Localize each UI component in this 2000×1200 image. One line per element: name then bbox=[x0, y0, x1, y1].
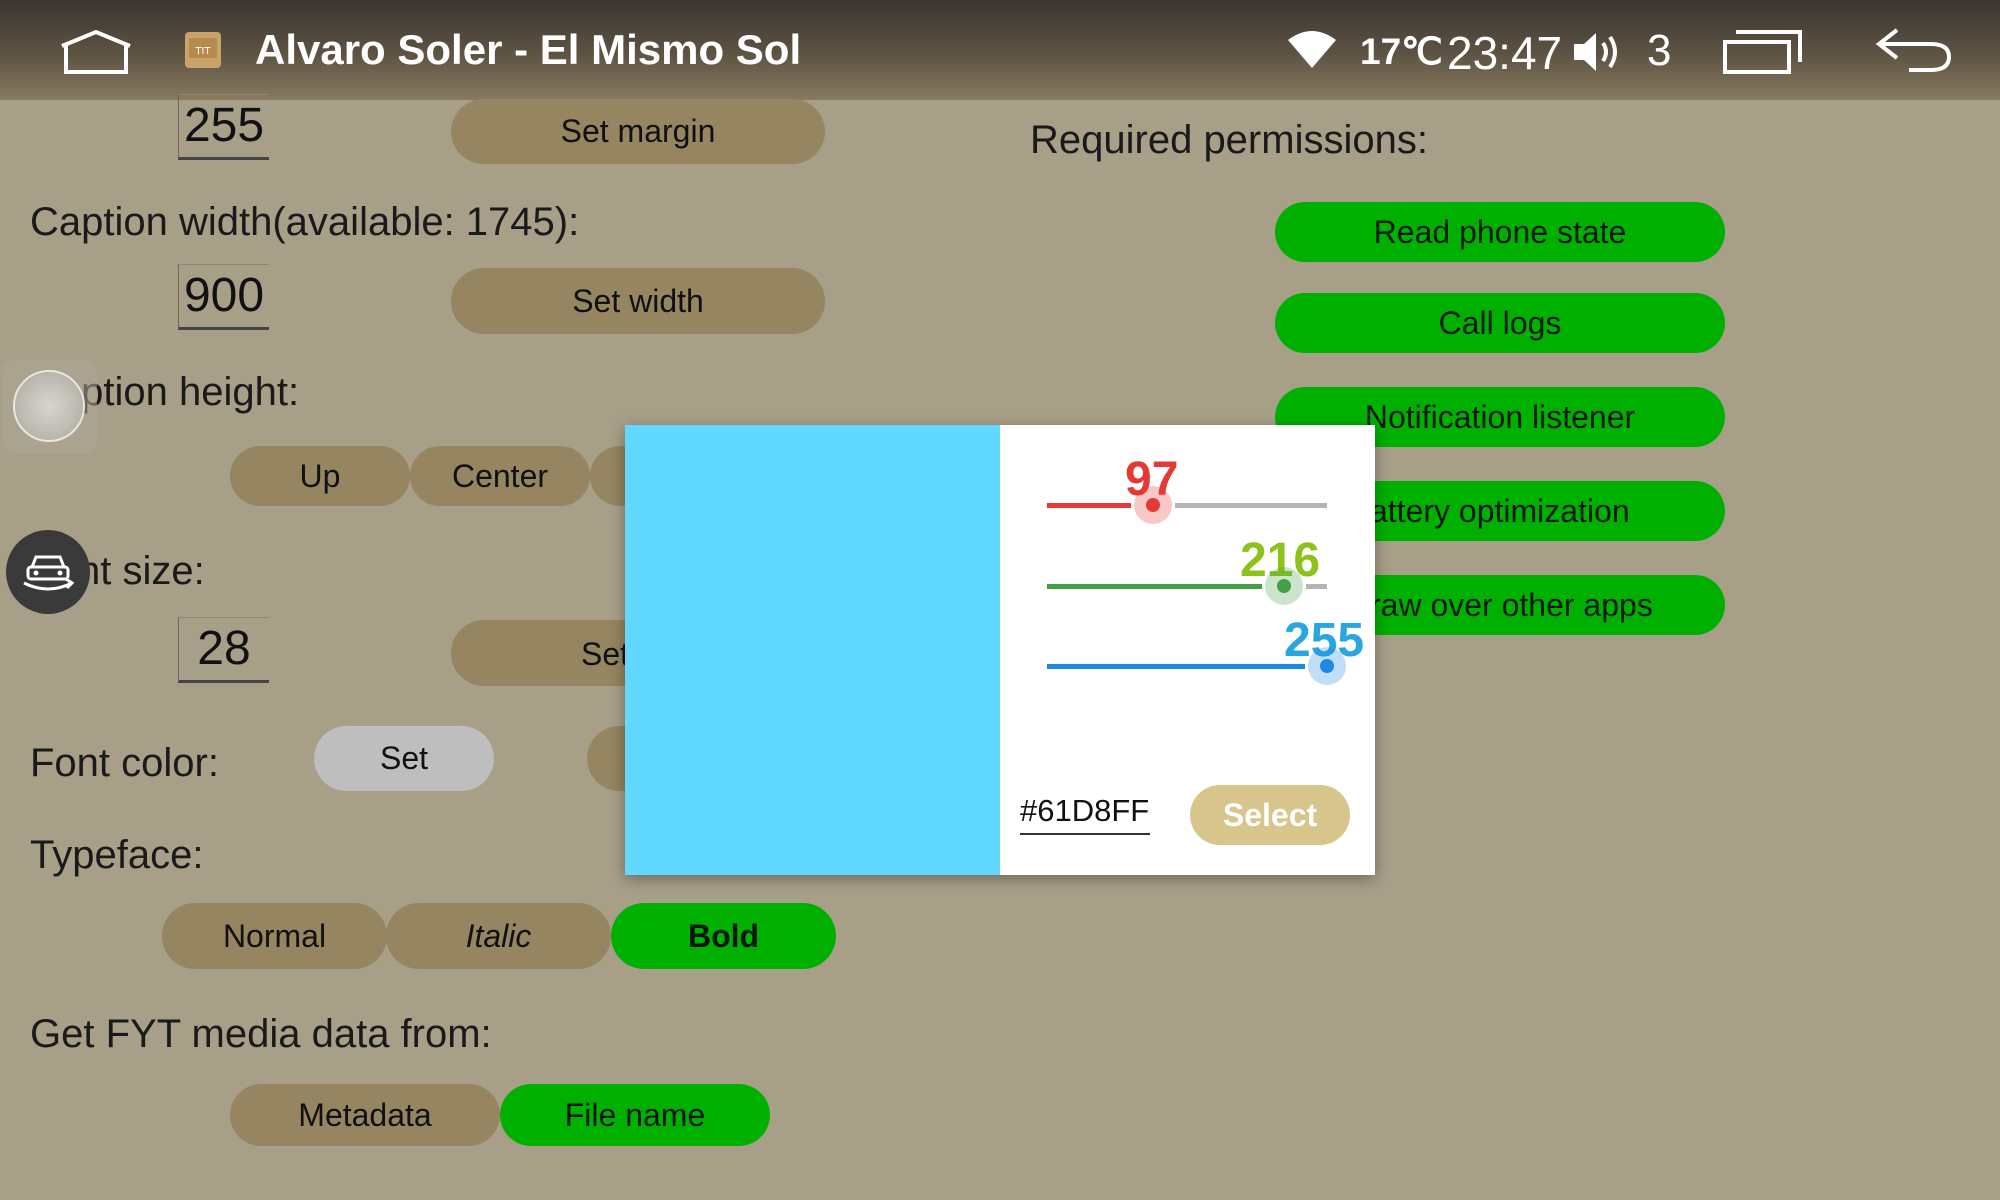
font-size-field[interactable]: 28 bbox=[178, 617, 269, 683]
margin-value-field[interactable]: 255 bbox=[178, 94, 269, 160]
permission-draw-over-apps-label: raw over other apps bbox=[1370, 587, 1653, 623]
blue-slider-thumb[interactable] bbox=[1320, 659, 1334, 673]
permissions-title: Required permissions: bbox=[1030, 118, 1428, 162]
clock: 23:47 bbox=[1447, 27, 1563, 79]
floating-assistive-button[interactable] bbox=[3, 360, 97, 454]
permission-battery-optimization-label: attery optimization bbox=[1370, 493, 1630, 529]
recent-apps-icon[interactable] bbox=[1722, 30, 1802, 74]
caption-height-up-button[interactable]: Up bbox=[230, 446, 410, 506]
set-font-size-label: Set bbox=[581, 636, 630, 672]
volume-level: 3 bbox=[1647, 26, 1672, 75]
color-preview-swatch bbox=[625, 425, 1000, 875]
caption-width-field[interactable]: 900 bbox=[178, 264, 269, 330]
red-slider-fill bbox=[1047, 503, 1132, 508]
set-width-button[interactable]: Set width bbox=[451, 268, 825, 334]
typeface-italic-button[interactable]: Italic bbox=[386, 903, 611, 969]
temperature-readout: 17℃ bbox=[1360, 31, 1443, 72]
select-color-button[interactable]: Select bbox=[1190, 785, 1350, 845]
typeface-label: Typeface: bbox=[30, 833, 204, 877]
typeface-normal-button[interactable]: Normal bbox=[162, 903, 387, 969]
car-mode-button[interactable] bbox=[6, 530, 90, 614]
blue-slider-fill bbox=[1047, 664, 1305, 669]
permission-call-logs-button[interactable]: Call logs bbox=[1275, 293, 1725, 353]
music-app-icon: TIT bbox=[185, 32, 221, 68]
font-color-label: Font color: bbox=[30, 741, 219, 785]
typeface-bold-button[interactable]: Bold bbox=[611, 903, 836, 969]
back-icon[interactable] bbox=[1873, 24, 1953, 76]
caption-width-label: Caption width(available: 1745): bbox=[30, 200, 580, 244]
car-icon bbox=[23, 555, 75, 591]
caption-height-center-button[interactable]: Center bbox=[410, 446, 590, 506]
green-slider-fill bbox=[1047, 584, 1263, 589]
media-source-metadata-button[interactable]: Metadata bbox=[230, 1084, 500, 1146]
app-title: Alvaro Soler - El Mismo Sol bbox=[255, 26, 802, 73]
hex-color-field[interactable]: #61D8FF bbox=[1020, 793, 1150, 835]
home-icon[interactable] bbox=[60, 28, 132, 76]
assistive-touch-icon bbox=[13, 370, 85, 442]
wifi-icon bbox=[1288, 31, 1336, 68]
font-color-set-button[interactable]: Set bbox=[314, 726, 494, 791]
permission-phone-state-button[interactable]: Read phone state bbox=[1275, 202, 1725, 262]
red-slider-track[interactable] bbox=[1175, 503, 1327, 508]
svg-text:TIT: TIT bbox=[194, 46, 211, 57]
color-picker-dialog: 97 216 255 #61D8FF Select bbox=[625, 425, 1375, 875]
font-size-label: nt size: bbox=[78, 549, 205, 593]
set-margin-button[interactable]: Set margin bbox=[451, 99, 825, 164]
media-source-label: Get FYT media data from: bbox=[30, 1012, 492, 1056]
media-source-filename-button[interactable]: File name bbox=[500, 1084, 770, 1146]
green-slider-track[interactable] bbox=[1306, 584, 1327, 589]
volume-icon[interactable] bbox=[1572, 30, 1624, 74]
status-bar: TIT Alvaro Soler - El Mismo Sol 17℃ 23:4… bbox=[0, 0, 2000, 100]
